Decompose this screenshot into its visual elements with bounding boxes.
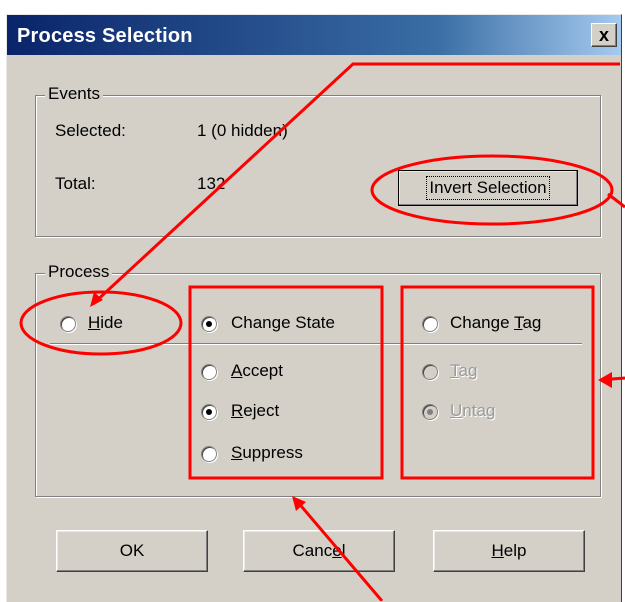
- total-label: Total:: [55, 174, 96, 193]
- invert-selection-button[interactable]: Invert Selection: [398, 170, 578, 206]
- close-icon: x: [598, 25, 609, 45]
- tag-radio: [422, 364, 438, 380]
- hide-label[interactable]: Hide: [88, 313, 123, 333]
- hide-radio[interactable]: [60, 316, 76, 332]
- process-legend: Process: [45, 262, 113, 282]
- total-value: 132: [197, 174, 226, 193]
- suppress-radio[interactable]: [201, 446, 217, 462]
- process-group: [35, 273, 601, 497]
- invert-selection-label: Invert Selection: [426, 176, 550, 200]
- close-button[interactable]: x: [591, 23, 617, 47]
- change-tag-label[interactable]: Change Tag: [450, 313, 541, 333]
- cancel-button[interactable]: Cancel: [243, 530, 395, 572]
- untag-label: Untag: [450, 401, 496, 420]
- window-title: Process Selection: [17, 25, 193, 47]
- selected-label: Selected:: [55, 121, 126, 140]
- tag-label: Tag: [450, 361, 478, 380]
- selected-dot: [206, 321, 212, 327]
- events-group: [35, 95, 601, 237]
- help-button[interactable]: Help: [433, 530, 585, 572]
- ok-button[interactable]: OK: [56, 530, 208, 572]
- change-state-radio[interactable]: [201, 316, 217, 332]
- change-state-label[interactable]: Change State: [231, 313, 335, 333]
- selected-dot: [206, 409, 212, 415]
- ok-label: OK: [119, 541, 145, 560]
- selected-dot: [427, 409, 433, 415]
- reject-label[interactable]: Reject: [231, 401, 279, 421]
- accept-radio[interactable]: [201, 364, 217, 380]
- title-bar[interactable]: Process Selection x: [7, 15, 621, 55]
- selected-value: 1 (0 hidden): [197, 121, 288, 140]
- suppress-label[interactable]: Suppress: [231, 443, 303, 463]
- accept-label[interactable]: Accept: [231, 361, 283, 381]
- change-tag-radio[interactable]: [422, 316, 438, 332]
- reject-radio[interactable]: [201, 404, 217, 420]
- process-separator: [50, 343, 582, 345]
- untag-radio: [422, 404, 438, 420]
- events-legend: Events: [45, 84, 103, 104]
- help-label: Help: [491, 541, 527, 560]
- cancel-label: Cancel: [292, 541, 346, 560]
